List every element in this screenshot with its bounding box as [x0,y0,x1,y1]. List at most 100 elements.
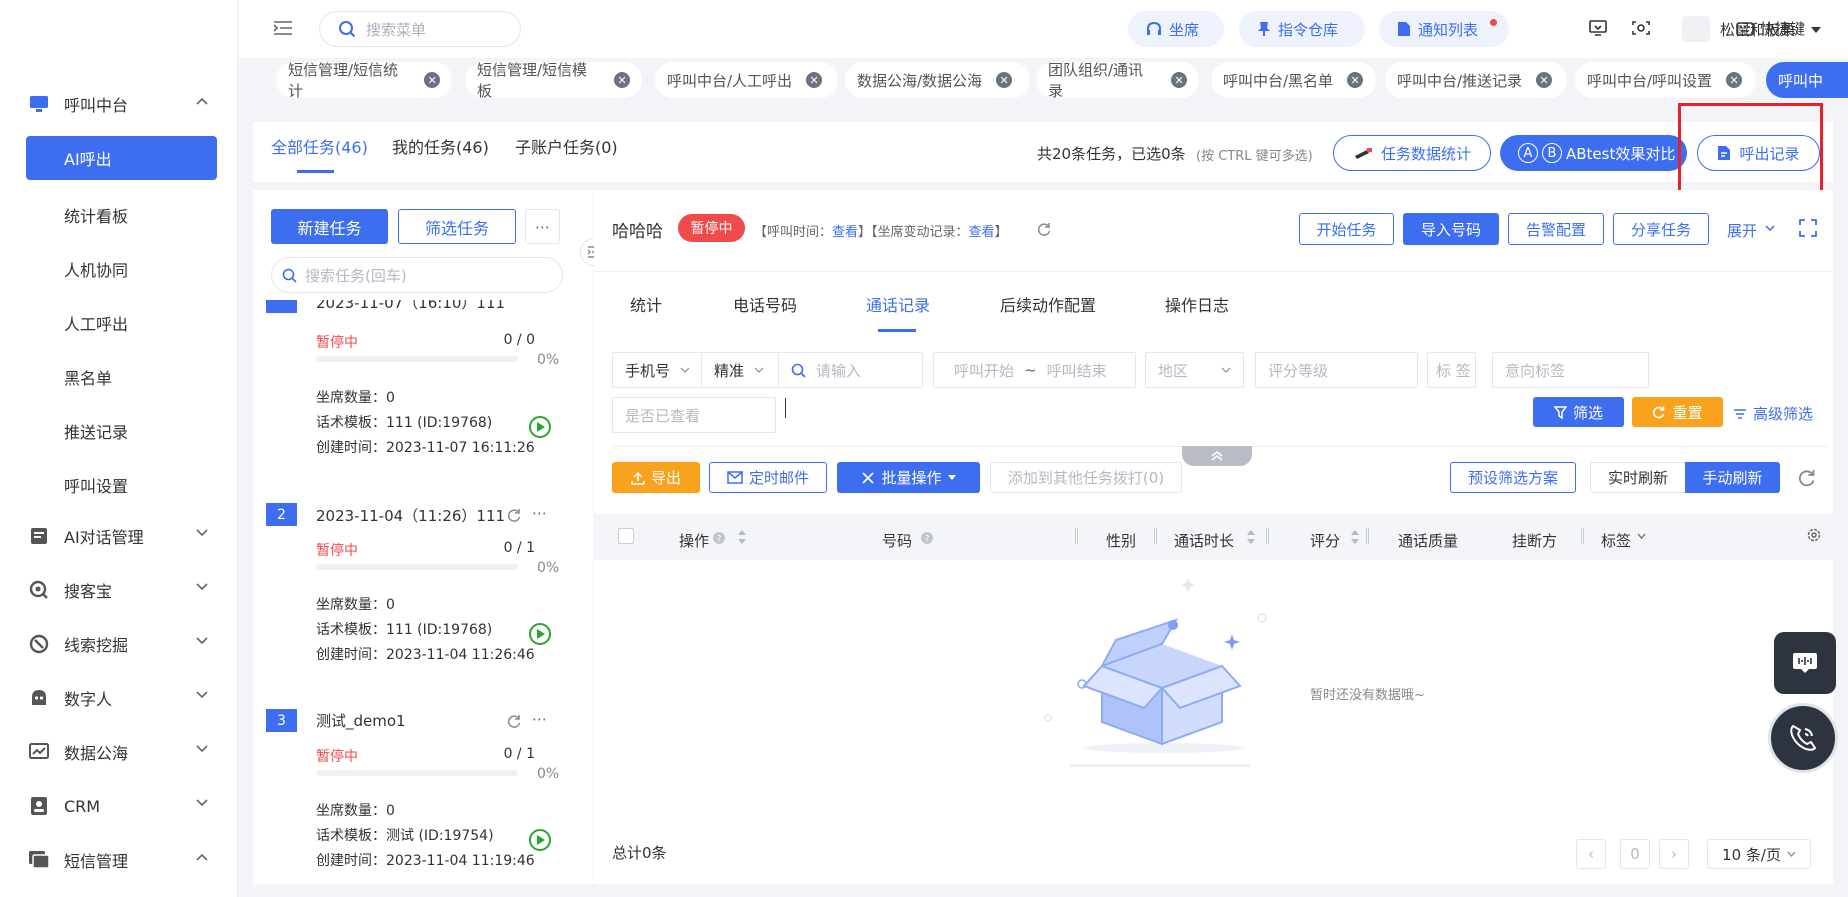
column-resizer[interactable] [1154,528,1157,544]
tab-call-records[interactable]: 通话记录 [866,292,930,316]
region-select[interactable]: 地区 [1145,352,1244,388]
close-icon[interactable]: ✕ [1171,72,1187,88]
start-task-button[interactable]: 开始任务 [1299,213,1394,245]
score-level-select[interactable]: 评分等级 [1255,352,1418,388]
tab-all-tasks[interactable]: 全部任务(46) [271,134,368,158]
phone-type-select[interactable]: 手机号 [612,352,702,388]
sort-icon[interactable] [1351,529,1359,545]
view-call-time-link[interactable]: 查看 [832,225,858,240]
tab-sms-stats[interactable]: 短信管理/短信统计 ✕ [276,61,452,100]
call-widget-button[interactable] [1768,703,1838,773]
column-resizer[interactable] [1075,528,1078,544]
chat-widget-button[interactable] [1774,632,1836,694]
avatar[interactable] [1682,16,1710,42]
tab-statistics[interactable]: 统计 [630,292,662,316]
tab-call-settings[interactable]: 呼叫中台/呼叫设置 ✕ [1575,62,1756,98]
nav-group-clue-mining[interactable]: 线索挖掘 [0,617,238,671]
seat-button[interactable]: 坐席 [1128,11,1224,47]
user-name[interactable]: 松鼠和板栗 [1720,19,1795,40]
nav-group-ai-dialog[interactable]: AI对话管理 [0,509,238,563]
sidebar-item-push-records[interactable]: 推送记录 [64,419,128,443]
add-to-other-task-button[interactable]: 添加到其他任务拨打(0) [990,462,1182,493]
refresh-icon[interactable] [506,507,522,523]
screen-icon[interactable] [1589,20,1607,36]
fullscreen-icon[interactable] [1799,219,1817,237]
chevron-down-icon[interactable] [1765,225,1775,231]
scheduled-mail-button[interactable]: 定时邮件 [709,462,827,493]
tab-manual-call[interactable]: 呼叫中台/人工呼出 ✕ [655,62,838,98]
chevron-down-icon[interactable] [1637,533,1646,539]
batch-operation-button[interactable]: 批量操作 [837,462,980,493]
nav-group-crm[interactable]: CRM [0,779,238,833]
caret-down-icon[interactable] [1811,27,1821,33]
export-button[interactable]: 导出 [612,462,700,493]
match-type-select[interactable]: 精准 [701,352,779,388]
tab-call-center-active[interactable]: 呼叫中 [1766,62,1848,98]
play-icon[interactable] [528,828,552,852]
column-resizer[interactable] [1266,528,1269,544]
column-resizer[interactable] [1581,528,1584,544]
task-more-icon[interactable]: ⋯ [532,504,547,522]
play-icon[interactable] [528,622,552,646]
call-time-range[interactable]: 呼叫开始 ~ 呼叫结束 [933,352,1136,388]
advanced-filter-link[interactable]: 高级筛选 [1733,403,1813,424]
task-more-icon[interactable]: ⋯ [532,710,547,728]
task-title[interactable]: 测试_demo1 [316,710,406,731]
intent-tag-select[interactable]: 意向标签 [1492,352,1649,388]
preset-filter-button[interactable]: 预设筛选方案 [1450,462,1576,493]
tab-blacklist[interactable]: 呼叫中台/黑名单 ✕ [1211,62,1376,98]
sort-icon[interactable] [738,529,746,545]
column-resizer[interactable] [1366,528,1369,544]
close-icon[interactable]: ✕ [1536,72,1553,88]
tab-operation-log[interactable]: 操作日志 [1165,292,1229,316]
task-title[interactable]: 2023-11-07（16:10）111 [316,300,505,313]
tab-data-sea[interactable]: 数据公海/数据公海 ✕ [845,62,1030,98]
task-title[interactable]: 2023-11-04（11:26）111 [316,505,505,526]
nav-group-search-customer[interactable]: 搜客宝 [0,563,238,617]
tab-sms-template[interactable]: 短信管理/短信模板 ✕ [465,61,642,100]
phone-search-input[interactable]: 请输入 [778,352,923,388]
filter-button[interactable]: 筛选 [1533,397,1624,427]
reset-button[interactable]: 重置 [1632,397,1723,427]
page-number[interactable]: 0 [1620,839,1650,869]
realtime-refresh-button[interactable]: 实时刷新 [1590,462,1686,493]
sort-icon[interactable] [1247,529,1255,545]
gear-icon[interactable] [1806,527,1822,543]
refresh-icon[interactable] [1797,468,1817,488]
expand-link[interactable]: 展开 [1727,220,1757,241]
more-options-button[interactable]: ⋯ [525,209,560,244]
viewed-select[interactable]: 是否已查看 [612,397,776,433]
sidebar-item-stats-board[interactable]: 统计看板 [64,203,128,227]
task-search-input[interactable]: 搜索任务(回车) [271,257,563,293]
task-stats-button[interactable]: 任务数据统计 [1333,135,1491,171]
view-seat-change-link[interactable]: 查看 [969,225,995,240]
sidebar-item-call-settings[interactable]: 呼叫设置 [64,473,128,497]
close-icon[interactable]: ✕ [996,72,1013,88]
manual-refresh-button[interactable]: 手动刷新 [1685,462,1780,493]
command-store-button[interactable]: 指令仓库 [1239,11,1365,47]
ab-test-button[interactable]: A B ABtest效果对比 [1500,135,1687,171]
alert-config-button[interactable]: 告警配置 [1508,213,1604,245]
sidebar-item-blacklist[interactable]: 黑名单 [64,365,112,389]
tab-push-records[interactable]: 呼叫中台/推送记录 ✕ [1385,62,1567,98]
tab-contacts[interactable]: 团队组织/通讯录 ✕ [1036,61,1199,100]
new-task-button[interactable]: 新建任务 [271,209,388,244]
import-numbers-button[interactable]: 导入号码 [1403,213,1499,245]
tag-select[interactable]: 标 签 [1427,352,1476,388]
close-icon[interactable]: ✕ [1347,72,1364,88]
close-icon[interactable]: ✕ [806,72,823,88]
play-icon[interactable] [528,415,552,439]
select-all-checkbox[interactable] [618,528,634,544]
refresh-icon[interactable] [1036,221,1052,237]
close-icon[interactable]: ✕ [614,72,630,88]
tab-phone-numbers[interactable]: 电话号码 [733,292,797,316]
collapse-menu-icon[interactable] [273,20,293,36]
share-task-button[interactable]: 分享任务 [1613,213,1709,245]
sidebar-item-manual-call[interactable]: 人工呼出 [64,311,128,335]
notification-list-button[interactable]: 通知列表 [1379,11,1509,47]
tab-sub-account-tasks[interactable]: 子账户任务(0) [515,134,618,158]
nav-group-sms[interactable]: 短信管理 [0,833,238,887]
page-size-select[interactable]: 10 条/页 [1707,839,1811,869]
next-page-button[interactable]: › [1659,839,1689,869]
nav-group-call-center[interactable]: 呼叫中台 [0,77,238,131]
